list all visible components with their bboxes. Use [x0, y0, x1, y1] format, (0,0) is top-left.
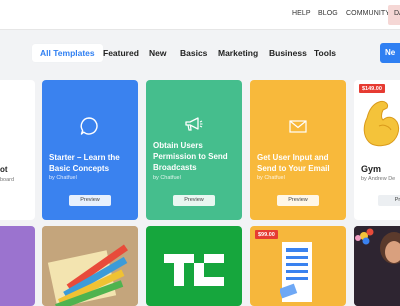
chat-bubble-icon [80, 117, 98, 135]
tab-new[interactable]: New [149, 44, 166, 62]
card-title: Get User Input and Send to Your Email [257, 153, 330, 173]
preview-button[interactable]: Preview [173, 195, 215, 206]
card-title: Gym [361, 164, 382, 174]
template-card-starter[interactable]: Starter – Learn the Basic Concepts by Ch… [42, 80, 138, 220]
template-card-techcrunch[interactable] [146, 226, 242, 306]
envelope-icon [289, 120, 307, 133]
template-card-email[interactable]: Get User Input and Send to Your Email by… [250, 80, 346, 220]
top-bar: HELP BLOG COMMUNITY DA [0, 0, 400, 30]
price-badge: $149.00 [359, 84, 385, 93]
nav-community[interactable]: COMMUNITY [346, 10, 390, 17]
pencils-notebook-image [42, 226, 138, 306]
template-card[interactable]: ot board [0, 80, 35, 220]
card-author: by Chatfuel [257, 175, 285, 181]
tab-tools[interactable]: Tools [314, 44, 336, 62]
new-bot-button[interactable]: Ne [380, 43, 400, 63]
tab-featured[interactable]: Featured [103, 44, 139, 62]
reactions-photo [354, 226, 400, 306]
category-tabs: All Templates Featured New Basics Market… [0, 38, 400, 68]
card-author: by Chatfuel [153, 175, 181, 181]
nav-help[interactable]: HELP [292, 10, 311, 17]
tc-logo-icon [164, 254, 224, 286]
flexed-biceps-icon [363, 101, 400, 147]
template-card-gym[interactable]: $149.00 Gym by Andrew De Pre [354, 80, 400, 220]
price-badge: $99.00 [255, 230, 278, 239]
tab-basics[interactable]: Basics [180, 44, 207, 62]
card-author: by Andrew De [361, 176, 396, 182]
template-card-reactions[interactable] [354, 226, 400, 306]
preview-button[interactable]: Preview [277, 195, 319, 206]
tab-business[interactable]: Business [269, 44, 307, 62]
megaphone-icon [185, 117, 203, 131]
preview-button[interactable]: Pre [378, 195, 400, 206]
preview-button[interactable]: Preview [69, 195, 111, 206]
card-title: Obtain Users Permission to Send Broadcas… [153, 141, 228, 172]
card-title: ot [0, 165, 8, 174]
card-title: Starter – Learn the Basic Concepts [49, 153, 120, 173]
template-card-invoice[interactable]: $99.00 [250, 226, 346, 306]
invoice-document-icon [280, 242, 312, 302]
tab-marketing[interactable]: Marketing [218, 44, 258, 62]
dashboard-button[interactable]: DA [388, 5, 400, 25]
card-author: board [0, 177, 15, 183]
template-card-broadcasts[interactable]: Obtain Users Permission to Send Broadcas… [146, 80, 242, 220]
card-author: by Chatfuel [49, 175, 77, 181]
nav-blog[interactable]: BLOG [318, 10, 338, 17]
template-card[interactable] [0, 226, 35, 306]
tab-all-templates[interactable]: All Templates [32, 44, 103, 62]
template-card-pencils[interactable] [42, 226, 138, 306]
